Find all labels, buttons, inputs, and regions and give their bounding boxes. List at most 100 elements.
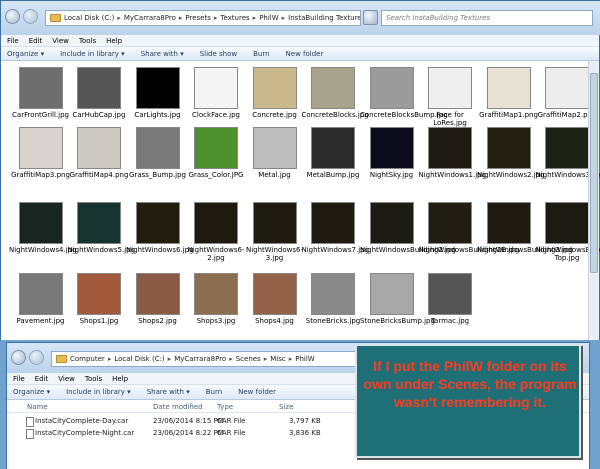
command-button[interactable]: Organize ▾ (7, 47, 44, 61)
menu-item[interactable]: View (58, 373, 75, 385)
address-bar[interactable]: Local Disk (C:) ▸ MyCarrara8Pro ▸ Presets ▸ Te… (45, 10, 361, 26)
file-name[interactable]: CarFrontGrill.jpg (9, 111, 72, 119)
command-button[interactable]: Burn (206, 385, 222, 399)
breadcrumb-segment[interactable]: Textures (220, 14, 249, 22)
command-button[interactable]: Include in library ▾ (66, 385, 131, 399)
file-name[interactable]: NightWindowsBuilding2B.jpg (419, 246, 520, 254)
file-name[interactable]: NightWindows6-2.jpg (185, 246, 248, 262)
file-tile[interactable]: Shops2.jpg (126, 273, 189, 325)
menu-item[interactable]: View (52, 35, 69, 47)
refresh-button[interactable] (363, 10, 378, 25)
menu-item[interactable]: Help (106, 35, 122, 47)
breadcrumb-segment[interactable]: InstaBuilding Textures (288, 14, 360, 22)
file-thumbnail[interactable] (194, 127, 238, 169)
file-name[interactable]: Grass_Bump.jpg (126, 171, 189, 179)
file-tile[interactable]: GraffitiMap1.png (477, 67, 540, 119)
file-thumbnail[interactable] (486, 127, 531, 169)
file-name[interactable]: Shops2.jpg (126, 317, 189, 325)
file-tile[interactable]: Face for LoRes.jpg (419, 67, 482, 127)
file-thumbnail[interactable] (428, 202, 472, 244)
file-tile[interactable]: ConcreteBlocksBump.jpg (360, 67, 448, 119)
file-tile[interactable]: CarHubCap.jpg (68, 67, 131, 119)
command-button[interactable]: New folder (286, 47, 324, 61)
file-tile[interactable]: ClockFace.jpg (185, 67, 248, 119)
file-name[interactable]: Concrete.jpg (243, 111, 306, 119)
file-name[interactable]: GraffitiMap1.png (477, 111, 540, 119)
file-tile[interactable]: NightWindowsBuilding3.jpg (477, 202, 573, 254)
command-button[interactable]: New folder (238, 385, 276, 399)
file-thumbnail[interactable] (428, 67, 472, 109)
file-tile[interactable]: NightWindows4.jpg (9, 202, 77, 254)
breadcrumb-segment[interactable]: Scenes (236, 355, 261, 363)
file-tile[interactable]: Shops4.jpg (243, 273, 306, 325)
file-tile[interactable]: Metal.jpg (243, 127, 306, 179)
file-tile[interactable]: Shops1.jpg (68, 273, 131, 325)
file-name[interactable]: NightWindows2.jpg (477, 171, 545, 179)
menu-item[interactable]: File (13, 373, 25, 385)
file-name[interactable]: NightWindows4.jpg (9, 246, 77, 254)
file-thumbnail[interactable] (194, 67, 238, 109)
menu-item[interactable]: Edit (35, 373, 49, 385)
file-name[interactable]: NightWindows6-3.jpg (243, 246, 306, 262)
file-thumbnail[interactable] (311, 202, 355, 244)
file-thumbnail[interactable] (135, 202, 180, 244)
breadcrumb-segment[interactable]: Local Disk (C:) (114, 355, 164, 363)
command-button[interactable]: Share with ▾ (141, 47, 184, 61)
menu-item[interactable]: Edit (29, 35, 43, 47)
file-thumbnail[interactable] (135, 127, 180, 169)
file-thumbnail[interactable] (311, 273, 355, 315)
command-button[interactable]: Organize ▾ (13, 385, 50, 399)
file-thumbnail[interactable] (18, 67, 63, 109)
file-name[interactable]: ConcreteBlocksBump.jpg (360, 111, 448, 119)
column-header[interactable]: Type (217, 403, 233, 411)
file-name[interactable]: GraffitiMap3.png (9, 171, 72, 179)
column-header[interactable]: Date modified (153, 403, 203, 411)
file-name[interactable]: CarHubCap.jpg (68, 111, 131, 119)
file-thumbnail[interactable] (18, 202, 63, 244)
command-button[interactable]: Include in library ▾ (60, 47, 125, 61)
file-tile[interactable]: ConcreteBlocks.jpg (302, 67, 369, 119)
file-thumbnail[interactable] (77, 67, 121, 109)
file-tile[interactable]: CarLights.jpg (126, 67, 189, 119)
breadcrumb-segment[interactable]: Local Disk (C:) (64, 14, 114, 22)
file-thumbnail[interactable] (545, 202, 589, 244)
file-thumbnail[interactable] (135, 273, 180, 315)
file-tile[interactable]: NightWindowsBuilding2B.jpg (419, 202, 520, 254)
scrollbar-thumb[interactable] (590, 73, 598, 273)
file-thumbnail[interactable] (252, 67, 297, 109)
file-tile[interactable]: NightWindows6.jpg (126, 202, 194, 254)
breadcrumb-segment[interactable]: PhilW (259, 14, 278, 22)
file-name[interactable]: NightWindows7.jpg (302, 246, 370, 254)
file-tile[interactable]: NightWindows6-2.jpg (185, 202, 248, 262)
file-tile[interactable]: Concrete.jpg (243, 67, 306, 119)
file-name[interactable]: Metal.jpg (243, 171, 306, 179)
command-button[interactable]: Slide show (200, 47, 237, 61)
file-name[interactable]: StoneBricksBump.jpg (360, 317, 435, 325)
file-thumbnail[interactable] (428, 273, 472, 315)
file-thumbnail[interactable] (369, 273, 414, 315)
file-tile[interactable]: StoneBricks.jpg (302, 273, 365, 325)
file-tile[interactable]: GraffitiMap4.png (68, 127, 131, 179)
file-name[interactable]: Pavement.jpg (9, 317, 72, 325)
forward-button-2[interactable] (29, 350, 44, 365)
file-tile[interactable]: StoneBricksBump.jpg (360, 273, 435, 325)
breadcrumb-segment[interactable]: MyCarrara8Pro (124, 14, 176, 22)
command-button[interactable]: Share with ▾ (147, 385, 190, 399)
file-tile[interactable]: GraffitiMap3.png (9, 127, 72, 179)
file-thumbnail[interactable] (428, 127, 472, 169)
file-thumbnail[interactable] (311, 67, 355, 109)
file-thumbnail[interactable] (252, 273, 297, 315)
file-tile[interactable]: NightWindows7.jpg (302, 202, 370, 254)
file-name[interactable]: ClockFace.jpg (185, 111, 248, 119)
file-tile[interactable]: NightWindows6-3.jpg (243, 202, 306, 262)
file-thumbnail[interactable] (545, 67, 589, 109)
file-thumbnail[interactable] (311, 127, 355, 169)
file-thumbnail[interactable] (18, 127, 63, 169)
file-name[interactable]: NightWindows5.jpg (68, 246, 136, 254)
file-name[interactable]: GraffitiMap4.png (68, 171, 131, 179)
file-name[interactable]: NightSky.jpg (360, 171, 423, 179)
file-tile[interactable]: NightWindows1.jpg (419, 127, 486, 179)
file-name[interactable]: CarLights.jpg (126, 111, 189, 119)
file-name[interactable]: Tarmac.jpg (419, 317, 482, 325)
menu-item[interactable]: Tools (79, 35, 96, 47)
